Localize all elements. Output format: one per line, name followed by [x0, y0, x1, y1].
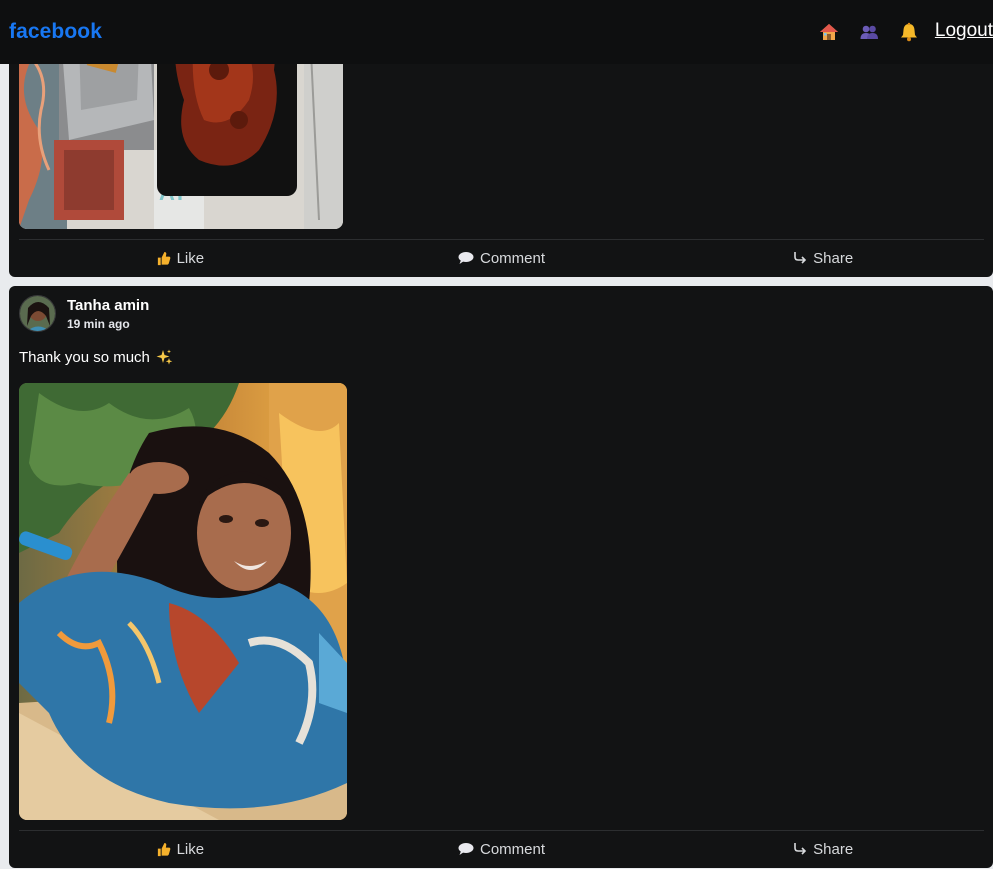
logout-link[interactable]: Logout: [935, 20, 993, 42]
post-text: Thank you so much: [19, 349, 173, 366]
home-icon[interactable]: [817, 20, 841, 44]
sparkles-icon: [156, 349, 173, 365]
brand-logo[interactable]: facebook: [9, 20, 102, 44]
like-label: Like: [176, 249, 205, 267]
notifications-icon[interactable]: [897, 20, 921, 44]
post-timestamp: 19 min ago: [67, 317, 130, 331]
thumbs-up-icon: [157, 251, 170, 265]
comment-button[interactable]: Comment: [341, 240, 663, 276]
like-button[interactable]: Like: [19, 240, 341, 276]
share-arrow-icon: [794, 252, 807, 264]
comment-label: Comment: [479, 840, 546, 858]
like-label: Like: [176, 840, 205, 858]
nav-links: Logout: [801, 0, 993, 64]
speech-bubble-icon: [458, 252, 474, 264]
comment-label: Comment: [479, 249, 546, 267]
post-text-content: Thank you so much: [19, 349, 150, 366]
share-button[interactable]: Share: [662, 831, 984, 867]
share-arrow-icon: [794, 843, 807, 855]
post-image[interactable]: [19, 383, 347, 820]
thumbs-up-icon: [157, 842, 170, 856]
share-label: Share: [813, 249, 854, 267]
share-label: Share: [813, 840, 854, 858]
post-actions: Like Comment Share: [19, 831, 984, 867]
post-card: Tanha amin 19 min ago Thank you so much: [9, 286, 993, 868]
friends-icon[interactable]: [857, 20, 881, 44]
author-name[interactable]: Tanha amin: [67, 297, 149, 314]
speech-bubble-icon: [458, 843, 474, 855]
comment-button[interactable]: Comment: [341, 831, 663, 867]
like-button[interactable]: Like: [19, 831, 341, 867]
author-avatar[interactable]: [19, 295, 56, 332]
share-button[interactable]: Share: [662, 240, 984, 276]
post-actions: Like Comment Share: [19, 240, 984, 276]
top-navbar: facebook Logout: [0, 0, 993, 64]
